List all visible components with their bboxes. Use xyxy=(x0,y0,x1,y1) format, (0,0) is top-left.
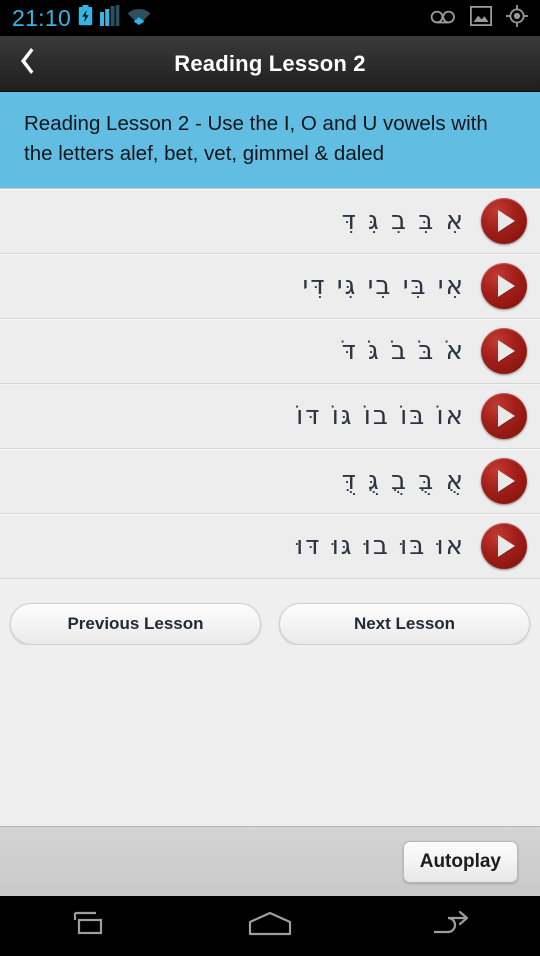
play-button[interactable] xyxy=(481,328,527,374)
play-icon xyxy=(498,275,515,297)
hebrew-text: אִי בִּי בִי גִּי דִּי xyxy=(302,271,465,301)
hebrew-text: אוֹ בּוֹ בוֹ גּוֹ דּוֹ xyxy=(296,401,465,431)
voicemail-icon xyxy=(430,8,456,29)
recents-icon xyxy=(65,909,115,944)
play-icon xyxy=(498,210,515,232)
table-row[interactable]: אִ בִּ בִ גִּ דִּ xyxy=(0,189,540,254)
play-button[interactable] xyxy=(481,523,527,569)
status-bar-left: 21:10 xyxy=(12,5,151,31)
play-icon xyxy=(498,535,515,557)
lesson-navigation: Previous Lesson Next Lesson xyxy=(0,579,540,645)
lesson-description-text: Reading Lesson 2 - Use the I, O and U vo… xyxy=(24,112,488,165)
status-bar-right xyxy=(430,4,528,32)
back-navigation-button[interactable] xyxy=(0,36,56,92)
table-row[interactable]: אֹ בֹּ בֹ גֹּ דֹּ xyxy=(0,319,540,384)
phone-screen: 21:10 Reading Lesson 2 Reading Lesson 2 … xyxy=(0,0,540,956)
status-clock: 21:10 xyxy=(12,4,72,31)
gps-location-icon xyxy=(506,4,528,32)
play-icon xyxy=(498,340,515,362)
battery-charging-icon xyxy=(78,5,93,31)
table-row[interactable]: אוֹ בּוֹ בוֹ גּוֹ דּוֹ xyxy=(0,384,540,449)
hebrew-text: אוּ בּוּ בוּ גּוּ דּוּ xyxy=(296,531,465,561)
autoplay-button[interactable]: Autoplay xyxy=(402,840,518,883)
home-button[interactable] xyxy=(180,909,360,944)
main-content: Reading Lesson 2 - Use the I, O and U vo… xyxy=(0,92,540,896)
hebrew-text: אֻ בֻּ בֻ גֻּ דֻּ xyxy=(341,466,465,496)
next-lesson-button[interactable]: Next Lesson xyxy=(279,603,530,645)
recents-button[interactable] xyxy=(0,909,180,944)
lesson-row-list: אִ בִּ בִ גִּ דִּ אִי בִּי בִי גִּי דִּי… xyxy=(0,189,540,579)
table-row[interactable]: אֻ בֻּ בֻ גֻּ דֻּ xyxy=(0,449,540,514)
play-button[interactable] xyxy=(481,458,527,504)
previous-lesson-button[interactable]: Previous Lesson xyxy=(10,603,261,645)
home-icon xyxy=(242,909,298,944)
play-button[interactable] xyxy=(481,393,527,439)
page-title: Reading Lesson 2 xyxy=(174,50,366,76)
hebrew-text: אִ בִּ בִ גִּ דִּ xyxy=(341,206,465,236)
play-button[interactable] xyxy=(481,263,527,309)
wifi-icon xyxy=(127,6,151,31)
play-icon xyxy=(498,405,515,427)
footer-bar: Autoplay xyxy=(0,826,540,896)
back-icon xyxy=(422,909,478,944)
play-button[interactable] xyxy=(481,198,527,244)
action-bar: Reading Lesson 2 xyxy=(0,36,540,92)
table-row[interactable]: אוּ בּוּ בוּ גּוּ דּוּ xyxy=(0,514,540,579)
lesson-description-banner: Reading Lesson 2 - Use the I, O and U vo… xyxy=(0,92,540,189)
status-bar: 21:10 xyxy=(0,0,540,36)
content-spacer xyxy=(0,645,540,826)
screenshot-image-icon xyxy=(469,5,493,31)
system-navigation-bar xyxy=(0,896,540,956)
back-button[interactable] xyxy=(360,909,540,944)
hebrew-text: אֹ בֹּ בֹ גֹּ דֹּ xyxy=(341,336,465,366)
table-row[interactable]: אִי בִּי בִי גִּי דִּי xyxy=(0,254,540,319)
chevron-left-icon xyxy=(20,48,36,79)
signal-bars-icon xyxy=(100,5,120,31)
play-icon xyxy=(498,470,515,492)
